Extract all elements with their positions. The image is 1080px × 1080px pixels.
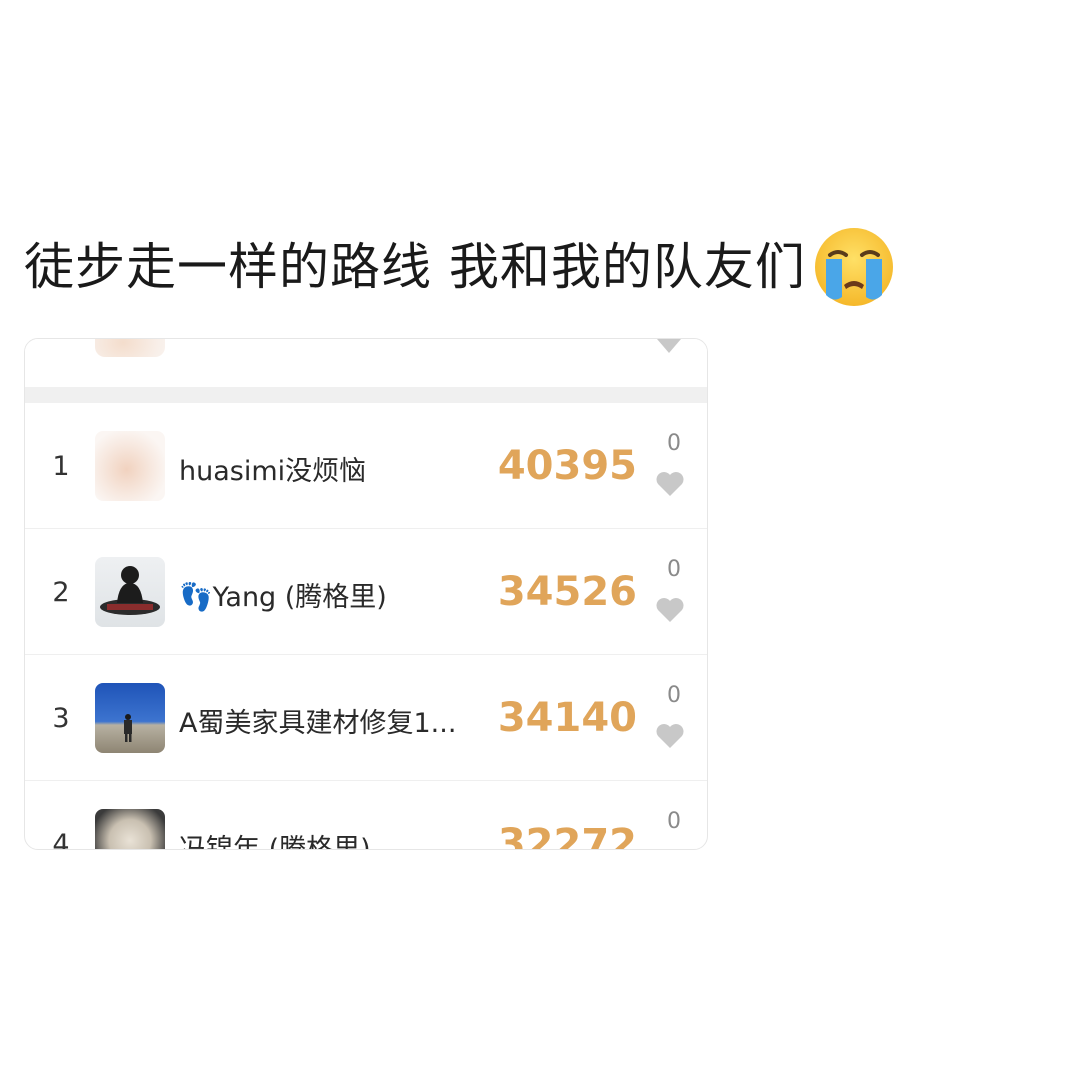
leaderboard-row: 4 冯锦年 (腾格里) 32272 0	[25, 781, 707, 850]
caption-text: 徒步走一样的路线 我和我的队友们	[24, 238, 806, 296]
step-leaderboard-card: 1 huasimi没烦恼 40395 0 2 👣Yang (腾格里) 34526…	[24, 338, 708, 850]
like-count: 0	[667, 557, 681, 582]
heart-icon[interactable]	[655, 723, 685, 749]
rank-number: 3	[52, 703, 70, 734]
leaderboard-row: 2 👣Yang (腾格里) 34526 0	[25, 529, 707, 655]
avatar[interactable]	[95, 683, 165, 753]
heart-icon[interactable]	[655, 597, 685, 623]
leaderboard-row: 3 A蜀美家具建材修复1... 34140 0	[25, 655, 707, 781]
post-caption: 徒步走一样的路线 我和我的队友们	[24, 222, 896, 312]
previous-row-fragment	[25, 339, 707, 387]
step-count: 32272	[497, 821, 637, 850]
avatar[interactable]	[95, 557, 165, 627]
step-count: 34526	[497, 569, 637, 615]
leaderboard-row: 1 huasimi没烦恼 40395 0	[25, 403, 707, 529]
avatar[interactable]	[95, 809, 165, 849]
rank-number: 4	[52, 829, 70, 850]
step-count: 40395	[497, 443, 637, 489]
like-count: 0	[667, 683, 681, 708]
crying-face-icon	[814, 228, 893, 306]
heart-icon[interactable]	[655, 339, 683, 357]
rank-number: 2	[52, 577, 70, 608]
user-name[interactable]: A蜀美家具建材修复1...	[179, 701, 456, 740]
avatar[interactable]	[95, 431, 165, 501]
like-count: 0	[667, 809, 681, 834]
user-name[interactable]: 👣Yang (腾格里)	[179, 575, 387, 614]
avatar-image	[124, 714, 132, 742]
user-name[interactable]: 冯锦年 (腾格里)	[179, 827, 371, 849]
avatar-image	[100, 566, 160, 615]
avatar	[95, 339, 165, 357]
user-name[interactable]: huasimi没烦恼	[179, 449, 366, 488]
rank-number: 1	[52, 451, 70, 482]
like-count: 0	[667, 431, 681, 456]
heart-icon[interactable]	[655, 471, 685, 497]
step-count: 34140	[497, 695, 637, 741]
section-divider	[25, 387, 707, 403]
